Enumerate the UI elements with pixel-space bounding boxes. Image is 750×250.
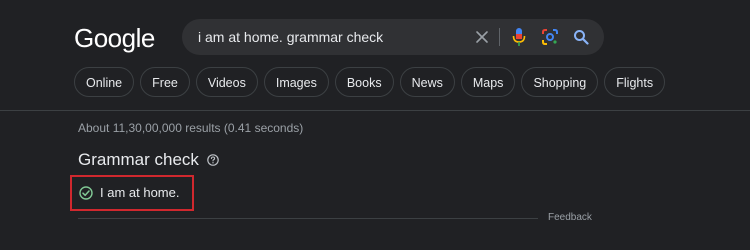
results-stats: About 11,30,00,000 results (0.41 seconds… xyxy=(78,121,304,135)
grammar-check-result: I am at home. xyxy=(79,185,179,200)
search-bar[interactable]: i am at home. grammar check xyxy=(182,19,604,55)
feedback-link[interactable]: Feedback xyxy=(548,212,592,223)
chip-free[interactable]: Free xyxy=(140,67,190,97)
feedback-divider xyxy=(78,218,538,219)
chip-images[interactable]: Images xyxy=(263,67,329,97)
lens-icon[interactable] xyxy=(540,27,560,47)
clear-icon[interactable] xyxy=(472,27,492,47)
search-input[interactable]: i am at home. grammar check xyxy=(198,19,383,55)
grammar-check-title: Grammar check xyxy=(78,150,199,169)
help-icon[interactable] xyxy=(207,154,219,166)
chip-videos[interactable]: Videos xyxy=(195,67,258,97)
search-divider xyxy=(499,28,500,46)
check-circle-icon xyxy=(79,185,93,200)
google-logo[interactable]: Google xyxy=(74,22,155,54)
header-divider xyxy=(0,110,750,111)
chip-maps[interactable]: Maps xyxy=(460,67,516,97)
chip-shopping[interactable]: Shopping xyxy=(521,67,599,97)
chip-flights[interactable]: Flights xyxy=(604,67,666,97)
grammar-check-heading: Grammar check xyxy=(78,150,219,170)
chip-news[interactable]: News xyxy=(399,67,455,97)
corrected-text: I am at home. xyxy=(100,185,180,200)
chip-books[interactable]: Books xyxy=(334,67,394,97)
chip-online[interactable]: Online xyxy=(74,67,135,97)
search-icon[interactable] xyxy=(571,27,591,47)
mic-icon[interactable] xyxy=(509,27,529,47)
search-filter-chips: Online Free Videos Images Books News Map… xyxy=(74,67,666,97)
